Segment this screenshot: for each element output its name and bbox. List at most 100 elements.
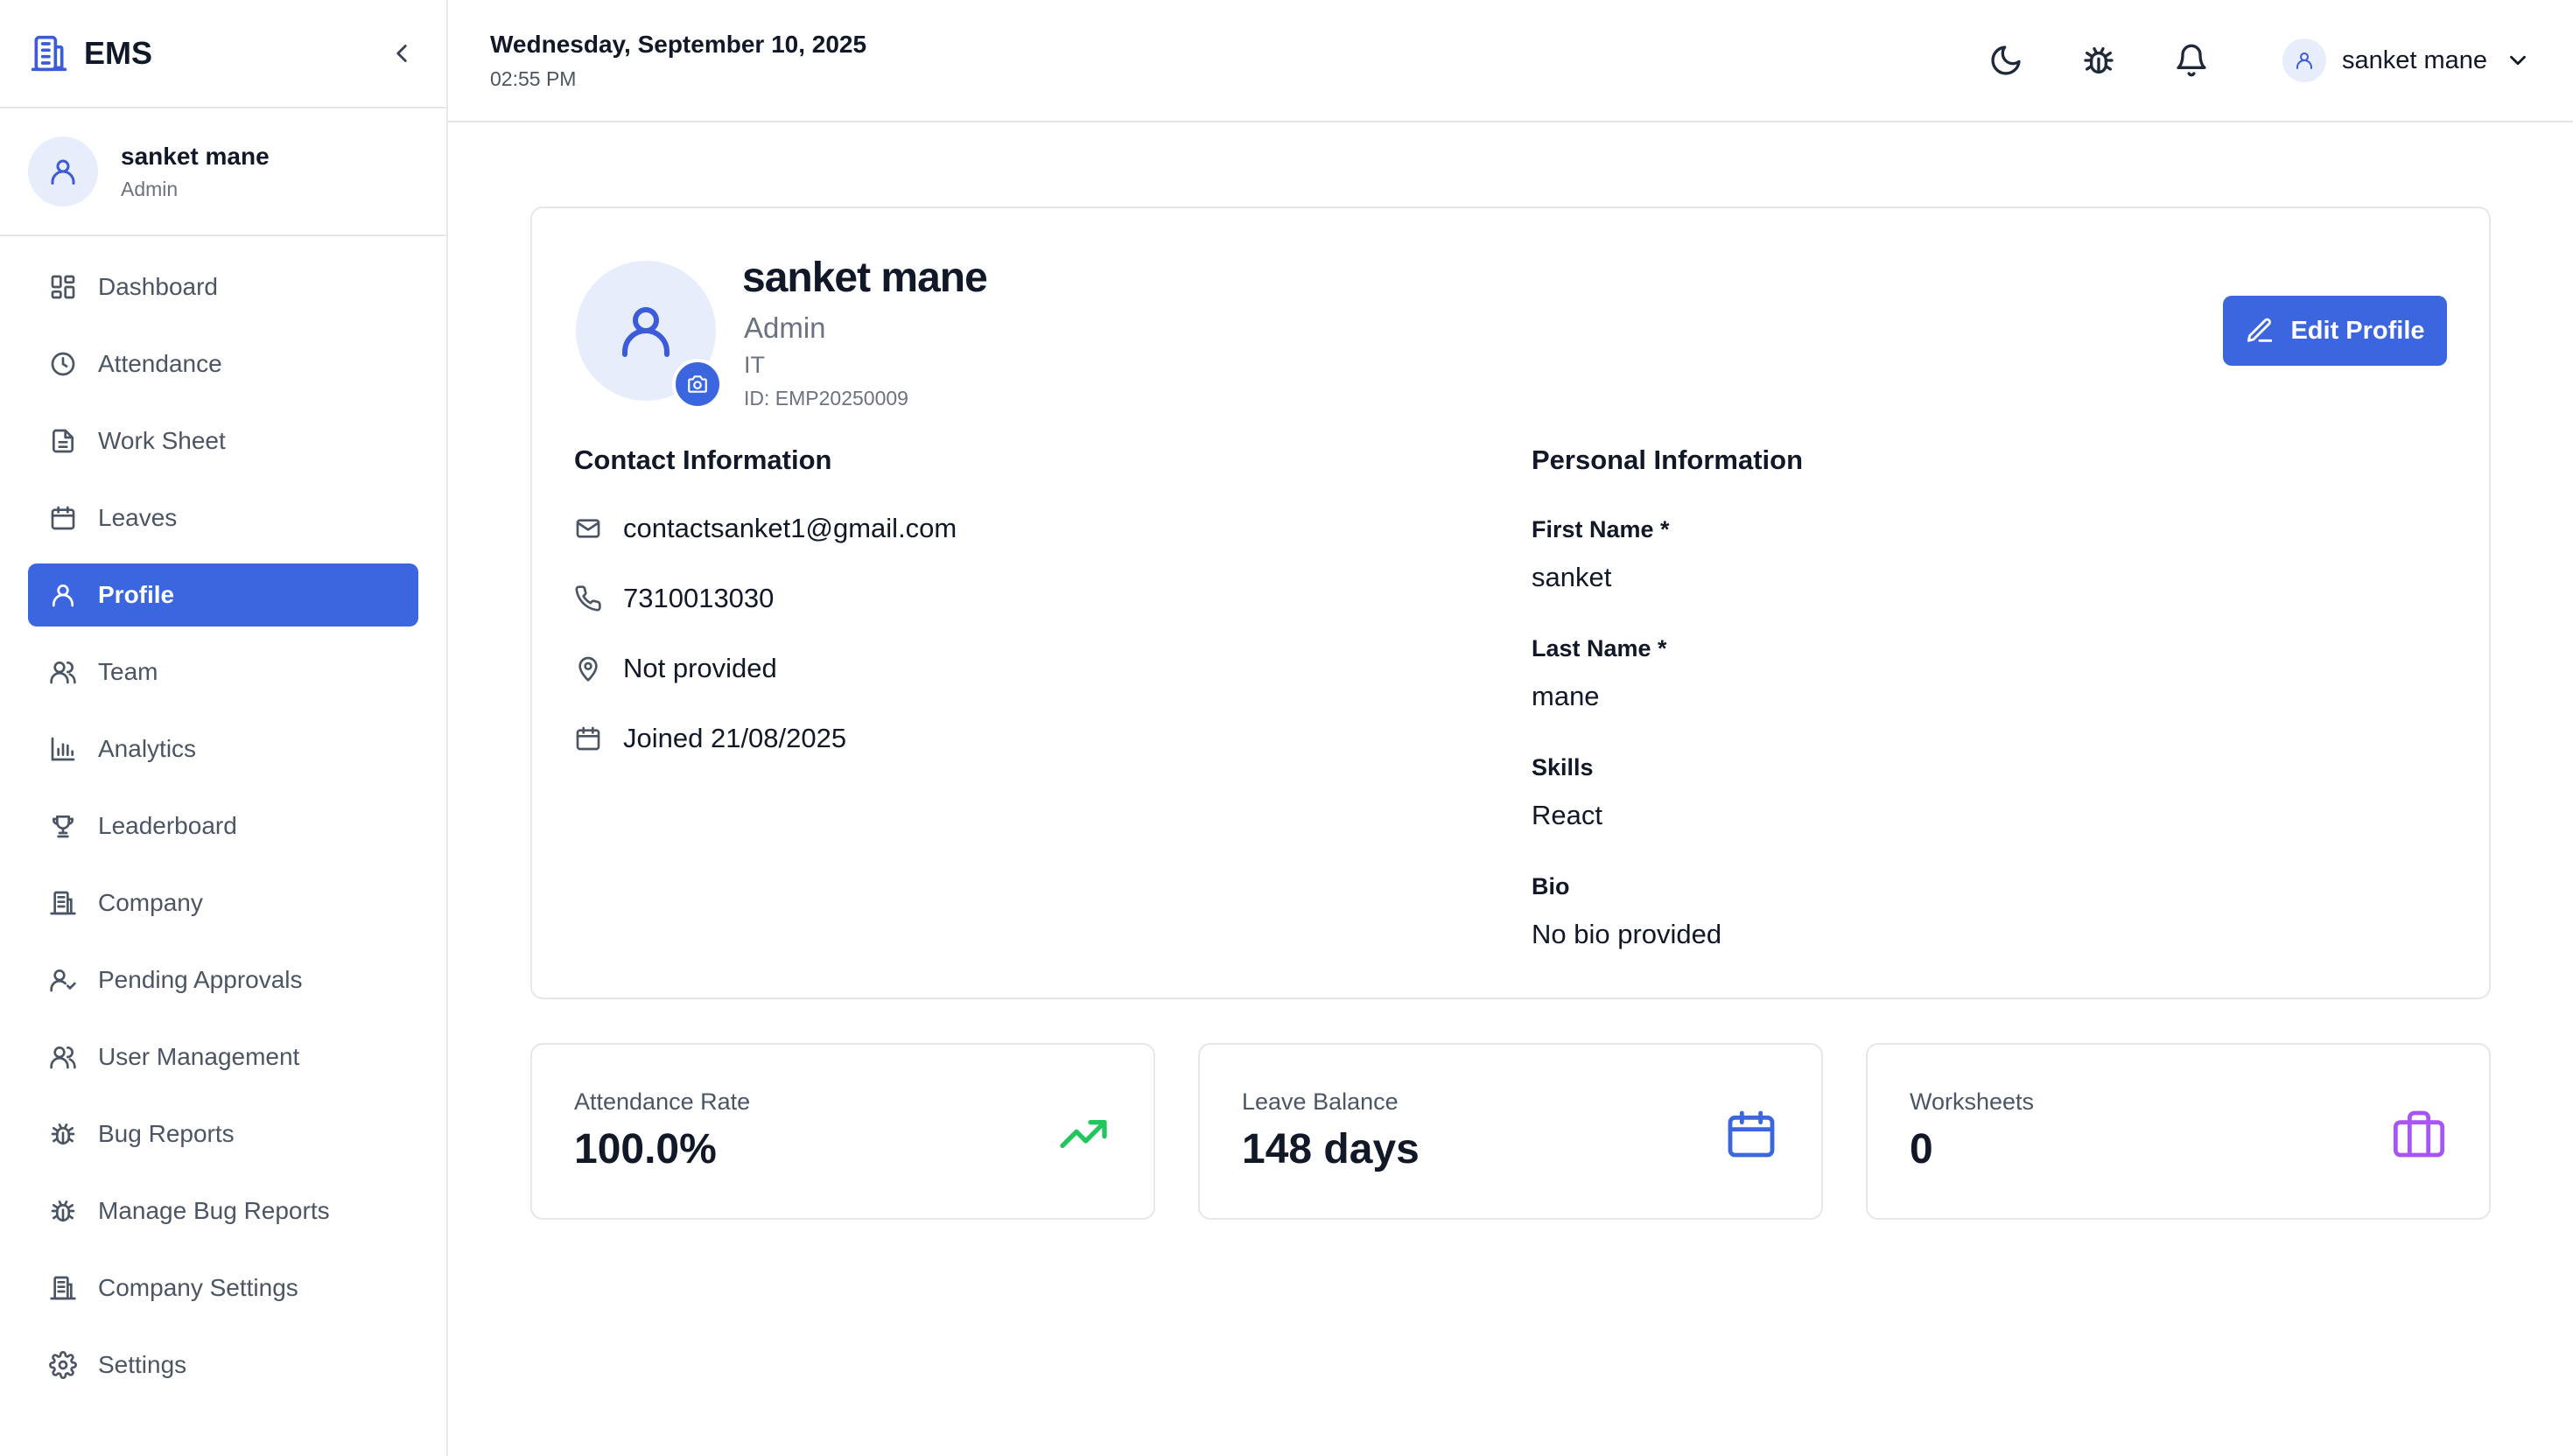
bell-icon[interactable] (2174, 43, 2209, 78)
clock-icon (49, 350, 77, 378)
contact-phone: 7310013030 (623, 583, 775, 613)
first-name-value: sanket (1532, 562, 1612, 592)
calendar-icon (1723, 1106, 1779, 1162)
user-icon (49, 581, 77, 609)
sidebar-item-company-settings[interactable]: Company Settings (28, 1256, 418, 1320)
sidebar-item-label: User Management (98, 1043, 300, 1070)
sidebar-item-label: Pending Approvals (98, 966, 303, 993)
sidebar-user-role: Admin (121, 177, 179, 200)
sidebar-item-label: Leaves (98, 504, 178, 531)
sidebar-user-card: sanket mane Admin (0, 108, 446, 236)
personal-info-title: Personal Information (1532, 444, 1804, 475)
building-icon (49, 889, 77, 917)
mail-icon (574, 514, 602, 542)
sidebar-item-analytics[interactable]: Analytics (28, 718, 418, 780)
briefcase-icon (2391, 1106, 2447, 1162)
dashboard-icon (49, 273, 77, 301)
sidebar-user-name: sanket mane (121, 142, 270, 170)
brand-name: EMS (84, 35, 153, 71)
user-icon (2296, 52, 2312, 69)
phone-icon (574, 584, 602, 612)
user-menu[interactable]: sanket mane (2282, 38, 2531, 82)
contact-location: Not provided (623, 653, 777, 683)
sidebar-item-profile[interactable]: Profile (28, 564, 418, 626)
last-name-label: Last Name * (1532, 635, 1667, 662)
stat-card-attendance-rate: Attendance Rate 100.0% (530, 1043, 1155, 1220)
profile-card: sanket mane Admin IT ID: EMP20250009 Edi… (530, 206, 2491, 999)
user-check-icon (49, 966, 77, 994)
change-photo-button[interactable] (672, 359, 723, 410)
bug-icon[interactable] (2081, 43, 2116, 78)
edit-profile-button[interactable]: Edit Profile (2223, 296, 2447, 366)
sidebar-item-label: Company Settings (98, 1274, 298, 1301)
sidebar-item-work-sheet[interactable]: Work Sheet (28, 410, 418, 472)
collapse-sidebar-icon[interactable] (387, 38, 417, 68)
sidebar-item-label: Analytics (98, 735, 197, 762)
building-icon (49, 1274, 77, 1302)
user-icon (622, 307, 670, 357)
bar-chart-icon (49, 735, 77, 763)
sidebar-item-company[interactable]: Company (28, 872, 418, 934)
stat-label: Attendance Rate (574, 1088, 751, 1115)
bio-label: Bio (1532, 873, 1570, 900)
sidebar-item-team[interactable]: Team (28, 640, 418, 704)
profile-department: IT (744, 352, 765, 378)
calendar-icon (49, 504, 77, 532)
user-icon (51, 159, 75, 185)
contact-phone-row: 7310013030 (574, 583, 774, 614)
pencil-icon (2245, 316, 2275, 346)
sidebar-item-manage-bug-reports[interactable]: Manage Bug Reports (28, 1180, 418, 1242)
sidebar-item-label: Profile (98, 581, 175, 608)
users-icon (49, 1043, 77, 1071)
current-date: Wednesday, September 10, 2025 (490, 30, 867, 58)
sidebar-item-leaves[interactable]: Leaves (28, 486, 418, 550)
stat-value: 100.0% (574, 1126, 717, 1172)
stat-value: 0 (1910, 1126, 1933, 1172)
skills-label: Skills (1532, 754, 1594, 780)
date-time: Wednesday, September 10, 2025 02:55 PM (490, 31, 866, 91)
sidebar-item-bug-reports[interactable]: Bug Reports (28, 1102, 418, 1166)
current-time: 02:55 PM (490, 66, 577, 90)
bio-value: No bio provided (1532, 919, 1722, 949)
sidebar-item-label: Team (98, 658, 158, 685)
sidebar-item-settings[interactable]: Settings (28, 1334, 418, 1396)
contact-info-title: Contact Information (574, 444, 832, 475)
trending-up-icon (1055, 1106, 1111, 1162)
sidebar-item-label: Leaderboard (98, 812, 237, 839)
contact-joined: Joined 21/08/2025 (623, 723, 847, 753)
contact-joined-row: Joined 21/08/2025 (574, 723, 846, 754)
profile-employee-id: ID: EMP20250009 (744, 387, 908, 410)
last-name-value: mane (1532, 681, 1600, 711)
gear-icon (49, 1351, 77, 1379)
sidebar-item-label: Work Sheet (98, 427, 226, 454)
moon-icon[interactable] (1988, 43, 2023, 78)
chevron-down-icon (2505, 47, 2531, 74)
stat-card-leave-balance: Leave Balance 148 days (1198, 1043, 1823, 1220)
sidebar-item-user-management[interactable]: User Management (28, 1026, 418, 1088)
skills-value: React (1532, 800, 1602, 830)
stat-label: Leave Balance (1242, 1088, 1399, 1115)
brand-bar: EMS (0, 0, 446, 108)
avatar (28, 136, 98, 206)
sidebar-item-label: Manage Bug Reports (98, 1197, 330, 1224)
contact-location-row: Not provided (574, 653, 777, 684)
sidebar-item-label: Company (98, 889, 203, 916)
users-icon (49, 658, 77, 686)
contact-email-row: contactsanket1@gmail.com (574, 513, 957, 544)
sidebar-item-label: Attendance (98, 350, 222, 377)
bug-icon (49, 1197, 77, 1225)
building-logo-icon (30, 34, 68, 73)
sidebar-item-attendance[interactable]: Attendance (28, 332, 418, 396)
stat-card-worksheets: Worksheets 0 (1866, 1043, 2491, 1220)
edit-profile-label: Edit Profile (2290, 316, 2425, 345)
sidebar-item-leaderboard[interactable]: Leaderboard (28, 794, 418, 858)
avatar (2282, 38, 2326, 82)
sidebar-item-pending-approvals[interactable]: Pending Approvals (28, 948, 418, 1012)
sidebar-nav: Dashboard Attendance Work Sheet Leaves P… (0, 236, 446, 1430)
sidebar-item-label: Settings (98, 1351, 187, 1378)
topbar: Wednesday, September 10, 2025 02:55 PM s… (448, 0, 2573, 122)
sidebar: EMS sanket mane Admin Dashboard Attendan… (0, 0, 448, 1456)
sidebar-item-label: Dashboard (98, 273, 218, 300)
contact-email: contactsanket1@gmail.com (623, 513, 957, 543)
sidebar-item-dashboard[interactable]: Dashboard (28, 256, 418, 318)
